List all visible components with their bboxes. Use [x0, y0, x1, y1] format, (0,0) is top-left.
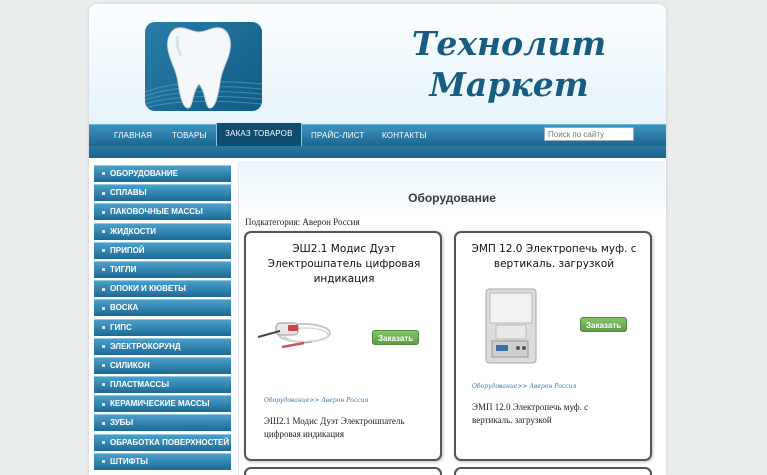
product-card[interactable]: ЭМП 12.0 Электропечь муф. с вертикаль. з… — [454, 231, 652, 461]
main-nav: ГЛАВНАЯ ТОВАРЫ ЗАКАЗ ТОВАРОВ ПРАЙС-ЛИСТ … — [89, 123, 666, 147]
sidebar-item-label: ТИГЛИ — [110, 264, 137, 274]
sidebar-item-solder[interactable]: ПРИПОЙ — [94, 241, 231, 259]
product-title[interactable]: ЭШ2.1 Модис Дуэт Электрошпатель цифровая… — [252, 242, 436, 287]
sidebar-item-label: ПРИПОЙ — [110, 245, 145, 255]
page-container: Технолит Маркет ГЛАВНАЯ ТОВАРЫ ЗАКАЗ ТОВ… — [89, 4, 666, 475]
product-title[interactable]: ЭМП 12.0 Электропечь муф. с вертикаль. з… — [462, 242, 646, 272]
category-sidebar: ОБОРУДОВАНИЕ СПЛАВЫ ПАКОВОЧНЫЕ МАССЫ ЖИД… — [94, 165, 231, 472]
product-description: ЭМП 12.0 Электропечь муф. с вертикаль. з… — [472, 402, 589, 425]
bullet-icon — [102, 383, 105, 387]
nav-item-home[interactable]: ГЛАВНАЯ — [114, 131, 152, 140]
product-card[interactable] — [244, 467, 442, 475]
site-title-line1: Технолит — [411, 24, 607, 63]
bullet-icon — [102, 364, 105, 368]
order-button[interactable]: Заказать — [580, 317, 628, 332]
electric-spatula-icon[interactable] — [254, 311, 340, 361]
bullet-icon — [102, 345, 105, 349]
sidebar-item-label: СПЛАВЫ — [110, 188, 147, 198]
nav-item-orders[interactable]: ЗАКАЗ ТОВАРОВ — [216, 123, 302, 147]
sidebar-item-label: ПЛАСТМАССЫ — [110, 380, 170, 390]
bullet-icon — [102, 421, 105, 425]
nav-substrip — [89, 146, 666, 158]
sidebar-item-liquids[interactable]: ЖИДКОСТИ — [94, 222, 231, 240]
bullet-icon — [102, 268, 105, 272]
sidebar-item-label: ШТИФТЫ — [110, 456, 148, 466]
sidebar-item-label: ГИПС — [110, 322, 132, 332]
sidebar-item-flasks[interactable]: ОПОКИ И КЮВЕТЫ — [94, 280, 231, 298]
bullet-icon — [102, 325, 105, 329]
bullet-icon — [102, 229, 105, 233]
product-breadcrumb[interactable]: Оборудование>> Аверон Россия — [264, 397, 368, 404]
sidebar-item-label: СИЛИКОН — [110, 360, 150, 370]
tooth-logo-icon[interactable] — [145, 22, 262, 111]
page-title: Оборудование — [408, 191, 496, 205]
sidebar-item-silicone[interactable]: СИЛИКОН — [94, 356, 231, 374]
site-title-line2: Маркет — [429, 65, 589, 104]
muffle-furnace-icon[interactable] — [482, 285, 542, 367]
sidebar-item-label: ОБРАБОТКА ПОВЕРХНОСТЕЙ — [110, 437, 230, 447]
sidebar-item-teeth[interactable]: ЗУБЫ — [94, 414, 231, 432]
bullet-icon — [102, 441, 105, 445]
sidebar-item-label: ЭЛЕКТРОКОРУНД — [110, 341, 181, 351]
site-title: Технолит Маркет — [409, 23, 609, 105]
sidebar-item-gypsum[interactable]: ГИПС — [94, 318, 231, 336]
sidebar-item-pins[interactable]: ШТИФТЫ — [94, 452, 231, 470]
nav-item-contacts[interactable]: КОНТАКТЫ — [382, 131, 427, 140]
subcategory-label: Подкатегория: Аверон Россия — [245, 217, 360, 227]
sidebar-item-investments[interactable]: ПАКОВОЧНЫЕ МАССЫ — [94, 203, 231, 221]
order-button[interactable]: Заказать — [372, 330, 420, 345]
product-breadcrumb[interactable]: Оборудование>> Аверон Россия — [472, 383, 576, 390]
sidebar-item-equipment[interactable]: ОБОРУДОВАНИЕ — [94, 165, 231, 182]
bullet-icon — [102, 172, 105, 176]
nav-item-products[interactable]: ТОВАРЫ — [172, 131, 207, 140]
sidebar-item-label: ОБОРУДОВАНИЕ — [110, 169, 178, 178]
nav-item-price-list[interactable]: ПРАЙС-ЛИСТ — [311, 131, 364, 140]
sidebar-item-label: ОПОКИ И КЮВЕТЫ — [110, 284, 186, 294]
sidebar-item-plastics[interactable]: ПЛАСТМАССЫ — [94, 376, 231, 394]
bullet-icon — [102, 191, 105, 195]
product-card[interactable] — [454, 467, 652, 475]
sidebar-item-label: ВОСКА — [110, 303, 139, 313]
sidebar-item-alloys[interactable]: СПЛАВЫ — [94, 184, 231, 202]
sidebar-item-label: ЗУБЫ — [110, 418, 134, 428]
content-header — [239, 161, 665, 219]
sidebar-item-label: ЖИДКОСТИ — [110, 226, 156, 236]
sidebar-item-label: ПАКОВОЧНЫЕ МАССЫ — [110, 207, 203, 217]
bullet-icon — [102, 249, 105, 253]
sidebar-item-crucibles[interactable]: ТИГЛИ — [94, 260, 231, 278]
product-card[interactable]: ЭШ2.1 Модис Дуэт Электрошпатель цифровая… — [244, 231, 442, 461]
bullet-icon — [102, 306, 105, 310]
bullet-icon — [102, 287, 105, 291]
bullet-icon — [102, 460, 105, 464]
bullet-icon — [102, 402, 105, 406]
sidebar-item-electrocorundum[interactable]: ЭЛЕКТРОКОРУНД — [94, 337, 231, 355]
main-content: Оборудование Подкатегория: Аверон Россия… — [238, 161, 665, 475]
search-input[interactable] — [544, 127, 634, 141]
bullet-icon — [102, 210, 105, 214]
sidebar-item-surface-treatment[interactable]: ОБРАБОТКА ПОВЕРХНОСТЕЙ — [94, 433, 231, 451]
sidebar-item-waxes[interactable]: ВОСКА — [94, 299, 231, 317]
sidebar-item-ceramics[interactable]: КЕРАМИЧЕСКИЕ МАССЫ — [94, 395, 231, 413]
sidebar-item-label: КЕРАМИЧЕСКИЕ МАССЫ — [110, 399, 210, 409]
product-description: ЭШ2.1 Модис Дуэт Электрошпатель цифровая… — [264, 416, 405, 439]
site-header: Технолит Маркет — [89, 4, 666, 124]
